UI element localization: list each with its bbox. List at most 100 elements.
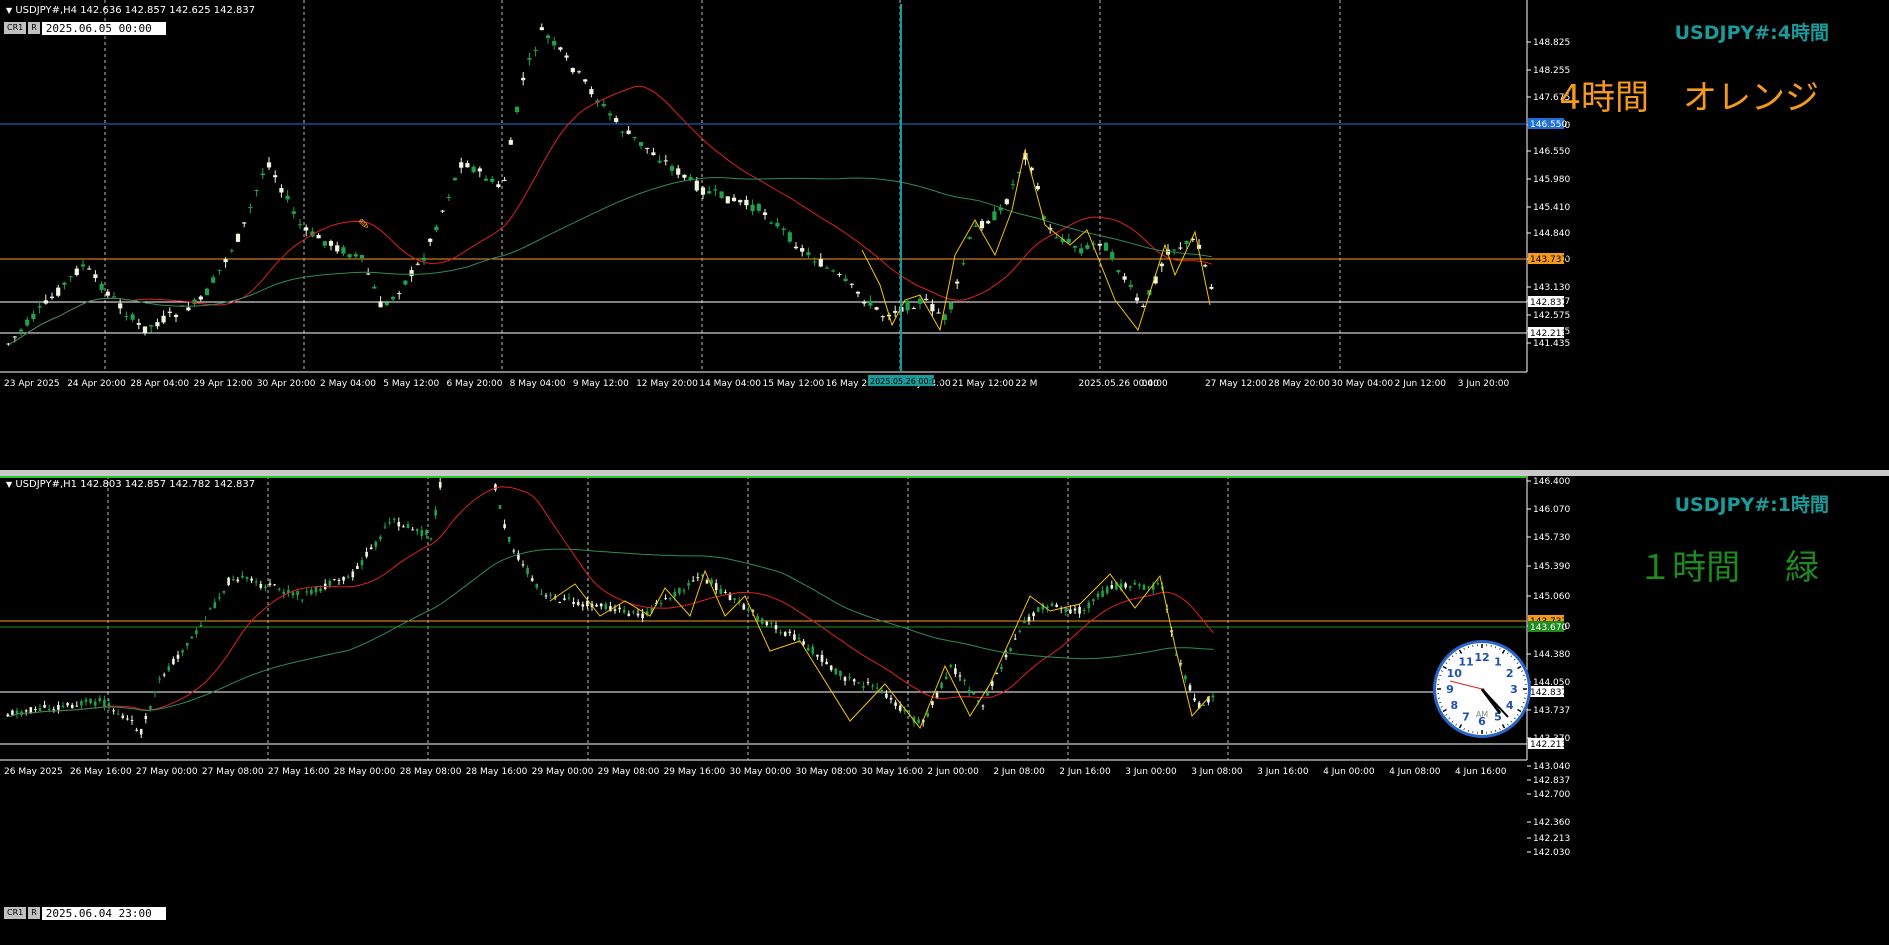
candle-body [775, 625, 778, 629]
candle-body [531, 578, 534, 581]
h1-chart-canvas[interactable]: 146.400146.070145.730145.390145.060144.7… [0, 476, 1889, 941]
time-tick-label: 28 Apr 04:00 [130, 379, 189, 389]
candle-body [695, 181, 699, 191]
h1-date-scroller[interactable]: CR1 R 2025.06.04 23:00 [4, 906, 166, 920]
cr-tag[interactable]: CR1 [4, 907, 26, 919]
candle-body [540, 27, 544, 30]
time-tick-label: 9 May 12:00 [573, 379, 629, 389]
candle-body [912, 308, 916, 309]
time-tick-label: 29 May 00:00 [532, 767, 594, 777]
h4-chart-pane[interactable]: 148.825148.255147.675147.120146.550145.9… [0, 0, 1889, 470]
candle-body [149, 706, 152, 709]
candle-body [283, 592, 286, 594]
candle-body [1104, 243, 1108, 251]
candle-body [784, 632, 787, 636]
candle-body [1032, 613, 1035, 616]
candle-body [94, 702, 97, 706]
candle-body [589, 89, 593, 94]
candle-body [775, 223, 779, 227]
h4-chart-title: USDJPY#:4時間 [1675, 18, 1829, 45]
candle-body [478, 168, 482, 171]
r-tag[interactable]: R [28, 22, 40, 34]
price-tick-label: 144.380 [1533, 650, 1570, 660]
zigzag-line [550, 571, 1210, 728]
candle-body [620, 132, 624, 133]
candle-body [1023, 621, 1026, 623]
candle-body [393, 519, 396, 520]
time-tick-label: 3 Jun 20:00 [1458, 379, 1510, 389]
candle-body [1051, 603, 1054, 605]
candle-body [25, 320, 29, 326]
candle-body [126, 718, 129, 719]
price-tick-label: 143.737 [1533, 706, 1570, 716]
candle-body [301, 600, 304, 601]
candle-body [572, 602, 575, 604]
candle-body [732, 198, 736, 201]
candle-body [441, 211, 445, 212]
candle-body [761, 619, 764, 624]
zigzag-line [862, 150, 1210, 330]
candle-body [57, 705, 60, 710]
candle-body [813, 261, 817, 262]
candle-body [522, 564, 525, 565]
cr-tag[interactable]: CR1 [4, 22, 26, 34]
candle-body [986, 221, 990, 223]
candle-body [356, 566, 359, 569]
candle-body [1134, 583, 1137, 585]
candle-body [430, 538, 433, 539]
candle-body [1074, 609, 1077, 611]
candle-body [1055, 605, 1058, 607]
candle-body [93, 274, 97, 278]
clock-number: 10 [1447, 667, 1463, 680]
candle-body [484, 179, 488, 181]
candle-body [117, 714, 120, 715]
candle-body [296, 591, 299, 595]
candle-body [315, 586, 318, 592]
candle-body [726, 196, 730, 203]
candle-body [398, 522, 401, 526]
price-tick-label: 145.390 [1533, 562, 1570, 572]
candle-body [241, 576, 244, 578]
candle-body [306, 591, 309, 592]
candle-body [549, 595, 552, 596]
pencil-marker-icon: ✎ [358, 217, 370, 233]
candle-body [191, 637, 194, 639]
candle-body [370, 547, 373, 549]
candle-body [894, 702, 897, 706]
candle-body [545, 595, 548, 596]
price-tick-label: 142.837 [1533, 776, 1570, 786]
h1-chart-pane[interactable]: 146.400146.070145.730145.390145.060144.7… [0, 476, 1889, 941]
collapse-triangle-icon[interactable]: ▼ [6, 480, 12, 489]
time-tick-label: 2 Jun 12:00 [1395, 379, 1447, 389]
price-tick-label: 144.840 [1533, 229, 1570, 239]
candle-body [34, 709, 37, 710]
candle-body [1009, 648, 1012, 651]
candle-body [174, 315, 178, 317]
h4-date-input[interactable]: 2025.06.05 00:00 [42, 22, 166, 35]
candle-body [1065, 608, 1068, 612]
candle-body [639, 142, 643, 146]
collapse-triangle-icon[interactable]: ▼ [6, 6, 12, 15]
candle-body [416, 529, 419, 531]
candle-body [637, 614, 640, 616]
candle-body [411, 529, 414, 530]
candle-body [177, 655, 180, 659]
candle-body [806, 252, 810, 255]
candle-body [1088, 603, 1091, 609]
h4-date-scroller[interactable]: CR1 R 2025.06.05 00:00 [4, 21, 166, 35]
candle-body [397, 293, 401, 294]
current-price-price-label: 142.837 [1530, 688, 1567, 698]
candle-body [407, 524, 410, 528]
candle-body [1160, 264, 1164, 266]
candle-body [1092, 599, 1095, 601]
time-tick-label: 3 Jun 00:00 [1125, 767, 1177, 777]
candle-body [85, 700, 88, 702]
candle-body [876, 688, 879, 689]
current-price-price-label: 142.837 [1530, 298, 1567, 308]
candle-body [366, 274, 370, 275]
price-tick-label: 142.575 [1533, 311, 1570, 321]
r-tag[interactable]: R [28, 907, 40, 919]
h1-date-input[interactable]: 2025.06.04 23:00 [42, 907, 166, 920]
clock-number: 3 [1510, 683, 1518, 696]
candle-body [527, 58, 531, 60]
